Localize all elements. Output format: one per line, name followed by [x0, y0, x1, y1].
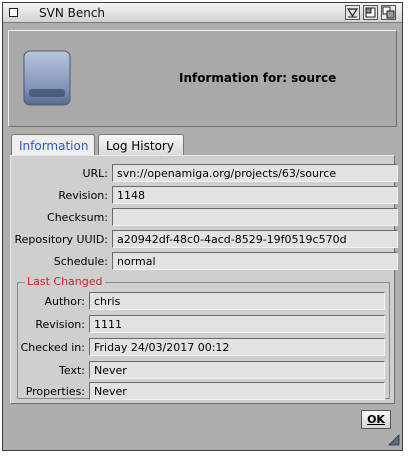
checked-in-field[interactable]: Friday 24/03/2017 00:12	[89, 338, 385, 356]
url-row: URL: svn://openamiga.org/projects/63/sou…	[11, 164, 398, 183]
header-panel: Information for: source	[8, 30, 397, 127]
iconify-icon[interactable]	[345, 5, 360, 20]
tab-log-history[interactable]: Log History	[98, 134, 184, 156]
depth-icon[interactable]	[381, 5, 396, 20]
properties-field[interactable]: Never	[89, 382, 385, 400]
changed-revision-field[interactable]: 1111	[89, 315, 385, 333]
url-field[interactable]: svn://openamiga.org/projects/63/source	[112, 164, 398, 182]
revision-field[interactable]: 1148	[112, 186, 398, 204]
revision-row: Revision: 1148	[11, 186, 398, 205]
info-title: Information for: source	[179, 71, 337, 85]
tab-information[interactable]: Information	[11, 134, 95, 156]
author-field[interactable]: chris	[89, 292, 385, 310]
window-title: SVN Bench	[39, 6, 106, 20]
properties-row: Properties: Never	[18, 382, 389, 401]
checksum-field[interactable]	[112, 208, 398, 226]
resize-grip-icon[interactable]	[388, 434, 400, 446]
zoom-icon[interactable]	[363, 5, 378, 20]
checked-in-row: Checked in: Friday 24/03/2017 00:12	[18, 338, 389, 357]
ok-button[interactable]: OK	[361, 410, 391, 429]
checksum-row: Checksum:	[11, 208, 398, 227]
drive-icon	[23, 49, 71, 107]
last-changed-title: Last Changed	[25, 275, 105, 288]
checked-in-label: Checked in:	[20, 341, 85, 354]
svn-bench-window: SVN Bench Information for: source Inform…	[2, 2, 403, 451]
uuid-row: Repository UUID: a20942df-48c0-4acd-8529…	[11, 230, 398, 249]
text-row: Text: Never	[18, 361, 389, 380]
information-page: URL: svn://openamiga.org/projects/63/sou…	[10, 155, 398, 404]
changed-revision-label: Revision:	[35, 318, 85, 331]
text-label: Text:	[59, 364, 85, 377]
schedule-row: Schedule: normal	[11, 252, 398, 271]
url-label: URL:	[82, 167, 108, 180]
uuid-field[interactable]: a20942df-48c0-4acd-8529-19f0519c570d	[112, 230, 398, 248]
close-icon[interactable]	[9, 8, 18, 17]
changed-revision-row: Revision: 1111	[18, 315, 389, 334]
last-changed-group: Last Changed Author: chris Revision: 111…	[17, 275, 390, 401]
revision-label: Revision:	[58, 189, 108, 202]
author-label: Author:	[44, 295, 85, 308]
text-field[interactable]: Never	[89, 361, 385, 379]
title-bar[interactable]: SVN Bench	[3, 3, 402, 23]
button-bar: OK	[8, 408, 397, 431]
schedule-field[interactable]: normal	[112, 252, 398, 270]
author-row: Author: chris	[18, 292, 389, 311]
properties-label: Properties:	[25, 385, 85, 398]
checksum-label: Checksum:	[47, 211, 108, 224]
uuid-label: Repository UUID:	[14, 233, 108, 246]
schedule-label: Schedule:	[53, 255, 108, 268]
